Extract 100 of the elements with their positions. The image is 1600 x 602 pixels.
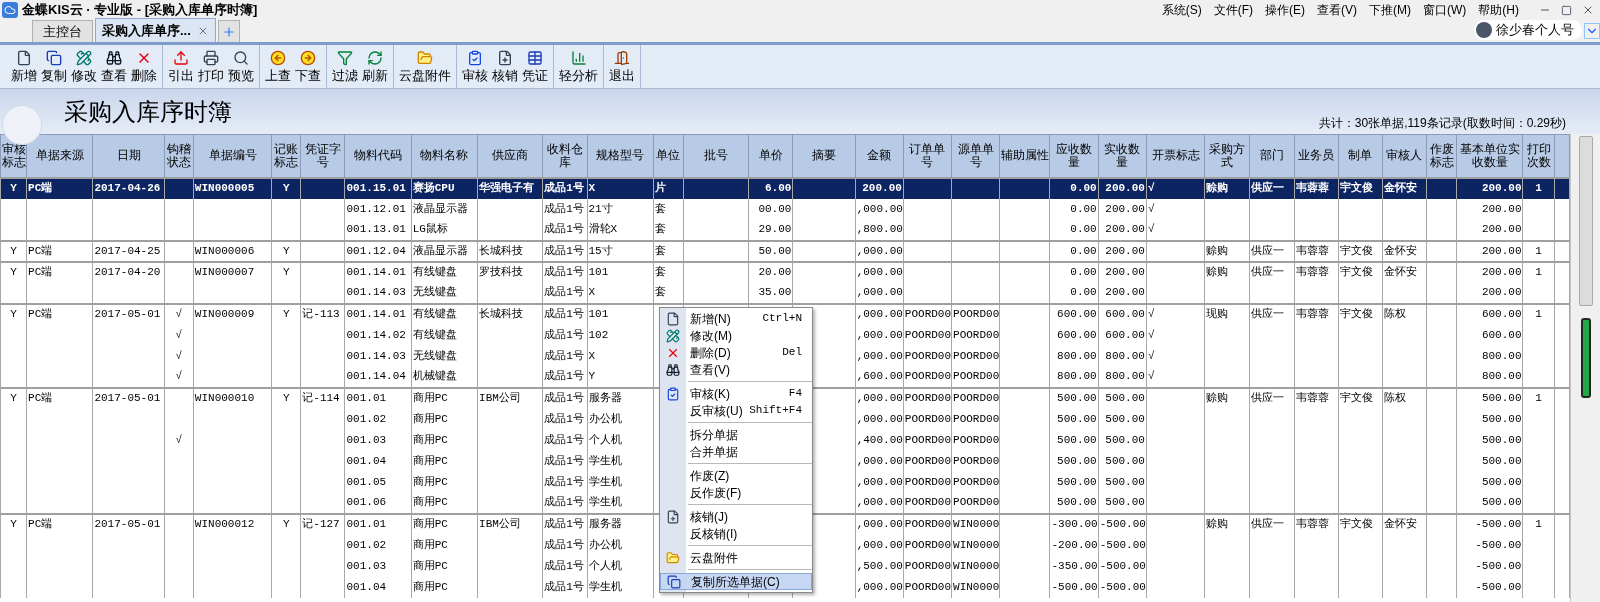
table-cell: 001.02 bbox=[346, 538, 387, 551]
table-cell: 500.00 bbox=[1105, 454, 1145, 467]
table-cell: 1 bbox=[1535, 266, 1542, 279]
close-icon[interactable] bbox=[1582, 4, 1594, 16]
table-cell: 宇文俊 bbox=[1339, 266, 1373, 279]
table-cell: 有线键盘 bbox=[412, 328, 457, 341]
table-cell: ,800.00 bbox=[856, 223, 903, 236]
table-cell: 0.00 bbox=[1070, 266, 1097, 279]
table-cell: 个人机 bbox=[588, 433, 622, 446]
menu-item[interactable]: 操作(E) bbox=[1259, 1, 1311, 19]
table-cell: 200.00 bbox=[1105, 202, 1145, 215]
table-cell: 韦蓉蓉 bbox=[1295, 182, 1329, 195]
user-badge[interactable]: 徐少春个人号 bbox=[1474, 20, 1582, 40]
table-cell: 500.00 bbox=[1057, 433, 1097, 446]
table-cell: 无线键盘 bbox=[412, 349, 457, 362]
table-cell: 商用PC bbox=[412, 559, 448, 572]
table-cell: 600.00 bbox=[1481, 328, 1522, 341]
toolbar-button[interactable]: 上查 bbox=[263, 49, 293, 84]
menu-item[interactable]: 系统(S) bbox=[1155, 1, 1208, 19]
scrollbar[interactable] bbox=[1570, 134, 1600, 602]
table-cell: 500.00 bbox=[1481, 475, 1522, 488]
folder-icon bbox=[417, 49, 433, 66]
table-cell: √ bbox=[1147, 370, 1155, 383]
table-cell: POORD00 bbox=[904, 559, 952, 572]
menu-item[interactable]: 新增(N) Ctrl+N bbox=[660, 310, 812, 327]
toolbar-button[interactable]: 下查 bbox=[293, 49, 323, 84]
menu-item[interactable]: 合并单据 bbox=[660, 443, 812, 460]
menu-item[interactable]: 反审核(U) Shift+F4 bbox=[660, 402, 812, 419]
folder-icon bbox=[666, 550, 680, 565]
menu-item[interactable]: 窗口(W) bbox=[1417, 1, 1473, 19]
table-cell: 套 bbox=[654, 266, 666, 279]
toolbar-button[interactable]: 引出 bbox=[166, 49, 196, 84]
table-cell: PC端 bbox=[28, 392, 53, 405]
table-cell: ,000.00 bbox=[856, 518, 903, 531]
menu-item[interactable]: 修改(M) bbox=[660, 327, 812, 344]
table-cell: 200.00 bbox=[1105, 182, 1145, 195]
table-cell: POORD00 bbox=[953, 308, 1000, 321]
menu-item[interactable]: 文件(F) bbox=[1207, 1, 1259, 19]
toolbar-button[interactable]: 轻分析 bbox=[557, 49, 600, 84]
toolbar-button[interactable]: 退出 bbox=[607, 49, 637, 84]
upload-icon bbox=[173, 49, 189, 66]
menu-item[interactable]: 反作废(F) bbox=[660, 484, 812, 501]
menu-item[interactable]: 查看(V) bbox=[660, 361, 812, 378]
table-cell: 2017-05-01 bbox=[94, 308, 161, 321]
filter-icon bbox=[337, 49, 353, 66]
menu-item[interactable]: 帮助(H) bbox=[1472, 1, 1525, 19]
chevron-down-icon[interactable] bbox=[1584, 23, 1600, 39]
toolbar-button[interactable]: 修改 bbox=[69, 49, 99, 84]
table-cell: POORD00 bbox=[953, 475, 1000, 488]
table-cell: WIN000005 bbox=[194, 182, 255, 195]
table-cell: POORD00 bbox=[904, 308, 952, 321]
table-cell: Y bbox=[282, 392, 290, 405]
toolbar-button[interactable]: 查看 bbox=[99, 49, 129, 84]
menu-item[interactable]: 反核销(I) bbox=[660, 525, 812, 542]
table-cell: √ bbox=[1147, 202, 1155, 215]
table-cell: 成品1号 bbox=[544, 308, 584, 321]
toolbar-button[interactable]: 核销 bbox=[490, 49, 520, 84]
ruler-pencil-icon bbox=[76, 49, 92, 66]
door-icon bbox=[614, 49, 630, 66]
toolbar-button[interactable]: 刷新 bbox=[360, 49, 390, 84]
menu-item[interactable]: 作废(Z) bbox=[660, 467, 812, 484]
tab[interactable]: 主控台 bbox=[32, 20, 93, 42]
menu-item[interactable]: 删除(D) Del bbox=[660, 344, 812, 361]
restore-icon[interactable] bbox=[1561, 4, 1572, 16]
table-cell: POORD00 bbox=[904, 328, 952, 341]
table-cell: -500.00 bbox=[1099, 518, 1146, 531]
table-cell: POORD00 bbox=[904, 475, 952, 488]
table-cell: 2017-04-25 bbox=[94, 244, 161, 257]
menu-item[interactable]: 审核(K) F4 bbox=[660, 385, 812, 402]
selected-row[interactable]: Y PC端 2017-04-26 WIN000005 Y 001.15.01 赛扬CPU 华强电子有 成品1号 X 片 6.00 200.00 0.00 200.00 √ 赊购 供应一 韦蓉蓉 宇文俊 金怀安 200.00 1 bbox=[0, 177, 1570, 199]
tab[interactable]: 采购入库单序... bbox=[95, 18, 216, 42]
table-cell: WIN000012 bbox=[194, 518, 255, 531]
menu-item[interactable]: 云盘附件 bbox=[660, 549, 812, 566]
table-cell: 陈权 bbox=[1383, 308, 1406, 321]
menu-item[interactable]: 查看(V) bbox=[1311, 1, 1363, 19]
menu-item[interactable]: 拆分单据 bbox=[660, 426, 812, 443]
table-cell: -200.00 bbox=[1051, 538, 1098, 551]
toolbar-button[interactable]: 新增 bbox=[9, 49, 39, 84]
table-cell: 成品1号 bbox=[544, 328, 584, 341]
toolbar-button[interactable]: 凭证 bbox=[520, 49, 550, 84]
toolbar-button[interactable]: 预览 bbox=[226, 49, 256, 84]
menu-item[interactable]: 下推(M) bbox=[1363, 1, 1417, 19]
table-cell: 韦蓉蓉 bbox=[1295, 392, 1329, 405]
table-cell: PC端 bbox=[28, 266, 53, 279]
table-cell: ,000.00 bbox=[856, 266, 903, 279]
toolbar-button[interactable]: 打印 bbox=[196, 49, 226, 84]
add-tab-button[interactable] bbox=[217, 20, 240, 42]
menu-item[interactable]: 复制所选单据(C) bbox=[660, 573, 812, 590]
toolbar-button[interactable]: 云盘附件 bbox=[397, 49, 453, 84]
toolbar-button[interactable]: 复制 bbox=[39, 49, 69, 84]
scroll-indicator-icon bbox=[1580, 318, 1591, 398]
scrollbar-thumb[interactable] bbox=[1578, 136, 1593, 306]
menu-item[interactable]: 核销(J) bbox=[660, 508, 812, 525]
toolbar-button[interactable]: 过滤 bbox=[330, 49, 360, 84]
toolbar-button[interactable]: 审核 bbox=[460, 49, 490, 84]
table-cell: 200.00 bbox=[1481, 244, 1522, 257]
table-cell: √ bbox=[1147, 223, 1155, 236]
table-cell: Y bbox=[282, 182, 290, 195]
file-icon bbox=[666, 311, 680, 326]
toolbar-button[interactable]: 删除 bbox=[129, 49, 159, 84]
